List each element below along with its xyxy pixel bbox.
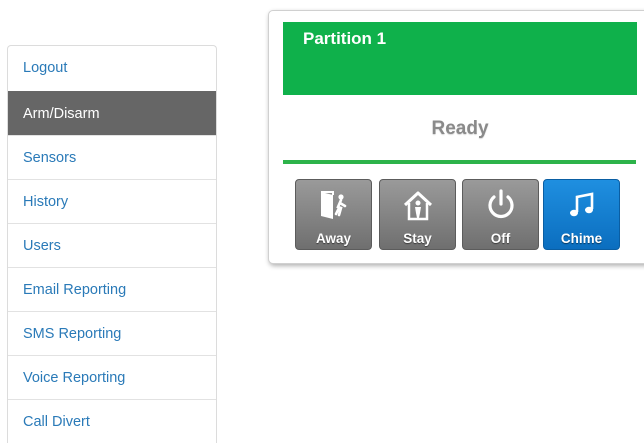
sidebar-item-users[interactable]: Users bbox=[8, 223, 216, 267]
chime-button[interactable]: Chime bbox=[543, 179, 620, 250]
away-button[interactable]: Away bbox=[295, 179, 372, 250]
status-divider bbox=[283, 160, 636, 164]
stay-button-label: Stay bbox=[403, 231, 432, 246]
stay-button[interactable]: Stay bbox=[379, 179, 456, 250]
partition-panel: Partition 1 Ready Away Stay Off Chime bbox=[268, 10, 644, 264]
partition-status-text: Ready bbox=[431, 118, 489, 139]
off-button-label: Off bbox=[490, 231, 511, 246]
power-icon bbox=[487, 189, 514, 219]
sidebar-item-email-reporting[interactable]: Email Reporting bbox=[8, 267, 216, 311]
sidebar-item-voice-reporting[interactable]: Voice Reporting bbox=[8, 355, 216, 399]
sidebar-item-arm-disarm[interactable]: Arm/Disarm bbox=[8, 91, 216, 135]
off-button[interactable]: Off bbox=[462, 179, 539, 250]
sidebar-item-call-divert[interactable]: Call Divert bbox=[8, 399, 216, 443]
sidebar-item-sensors[interactable]: Sensors bbox=[8, 135, 216, 179]
sidebar-item-logout[interactable]: Logout bbox=[8, 46, 216, 91]
house-person-icon bbox=[403, 191, 432, 221]
music-note-icon bbox=[569, 192, 593, 217]
door-exit-icon bbox=[320, 191, 346, 219]
partition-title: Partition 1 bbox=[303, 29, 387, 48]
sidebar-item-sms-reporting[interactable]: SMS Reporting bbox=[8, 311, 216, 355]
sidebar-menu: Logout Arm/Disarm Sensors History Users … bbox=[7, 45, 217, 443]
away-button-label: Away bbox=[315, 231, 352, 246]
chime-button-label: Chime bbox=[560, 231, 603, 246]
sidebar-item-history[interactable]: History bbox=[8, 179, 216, 223]
partition-status-bar: Partition 1 bbox=[283, 22, 637, 95]
